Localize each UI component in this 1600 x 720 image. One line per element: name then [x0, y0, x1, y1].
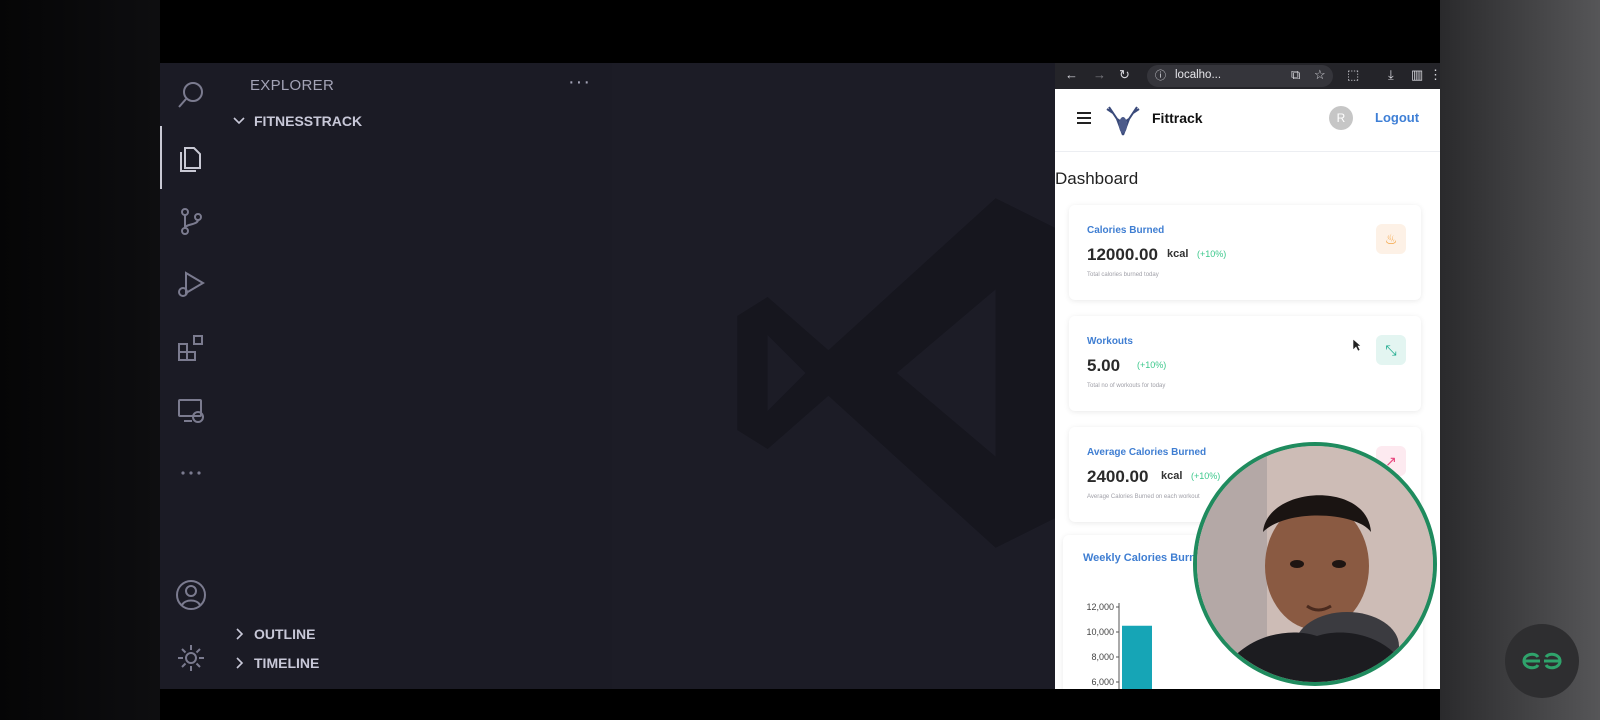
- back-arrow-icon[interactable]: ←: [1065, 67, 1078, 82]
- outline-label: OUTLINE: [254, 626, 316, 642]
- left-backdrop: [0, 0, 160, 720]
- chart-y-tick-label: 10,000: [1086, 627, 1114, 637]
- bookmark-star-icon[interactable]: ☆: [1314, 67, 1326, 83]
- folder-fitnesstrack[interactable]: FITNESSTRACK: [232, 113, 362, 129]
- chevron-down-icon: [233, 117, 245, 125]
- vscode-window: EXPLORER ··· FITNESSTRACK OUTLINE TIMELI…: [160, 63, 1055, 689]
- outline-section[interactable]: OUTLINE: [234, 626, 315, 642]
- chevron-right-icon: [236, 657, 244, 669]
- deer-logo-icon: [1106, 106, 1140, 136]
- timeline-section[interactable]: TIMELINE: [234, 655, 319, 671]
- page-title: Dashboard: [1055, 169, 1139, 188]
- editor-area: [612, 63, 1055, 689]
- extensions-icon[interactable]: [171, 327, 211, 367]
- account-icon[interactable]: [171, 575, 211, 615]
- site-info-icon[interactable]: ⓘ: [1155, 67, 1166, 83]
- brand-name: Fittrack: [1152, 110, 1203, 126]
- user-avatar[interactable]: R: [1329, 106, 1353, 130]
- card-change: (+10%): [1197, 249, 1227, 259]
- mouse-cursor-icon: [1352, 338, 1362, 352]
- chart-bar[interactable]: [1122, 625, 1152, 689]
- reload-icon[interactable]: ↻: [1119, 67, 1130, 83]
- search-icon[interactable]: [171, 75, 211, 115]
- chart-y-tick-label: 8,000: [1091, 652, 1114, 662]
- active-indicator: [160, 126, 162, 189]
- chart-y-tick-label: 12,000: [1086, 602, 1114, 612]
- card-description: Total no of workouts for today: [1087, 383, 1166, 389]
- geeksforgeeks-logo: [1505, 624, 1579, 698]
- activity-bar: [160, 63, 222, 689]
- card-description: Total calories burned today: [1087, 272, 1159, 278]
- chart-y-tick-label: 6,000: [1091, 677, 1114, 687]
- card-unit: kcal: [1167, 248, 1189, 260]
- chevron-right-icon: [236, 628, 244, 640]
- side-panel-icon[interactable]: ▥: [1411, 67, 1423, 83]
- workouts-card: Workouts 5.00 (+10%) Total no of workout…: [1069, 316, 1421, 411]
- card-unit: kcal: [1161, 470, 1183, 482]
- forward-arrow-icon[interactable]: →: [1093, 67, 1106, 82]
- card-value: 5.00: [1087, 356, 1121, 375]
- logout-button[interactable]: Logout: [1375, 110, 1419, 125]
- presenter-webcam: [1193, 442, 1437, 686]
- card-value: 12000.00: [1087, 245, 1158, 264]
- letterbox-top: [160, 0, 1440, 63]
- expand-arrows-icon: ⤡: [1376, 335, 1406, 365]
- letterbox-bottom: [160, 689, 1440, 720]
- calories-burned-card: Calories Burned 12000.00 kcal (+10%) Tot…: [1069, 205, 1421, 300]
- presenter-portrait: [1197, 446, 1433, 682]
- browser-toolbar: ← → ↻ ⓘ localho... ⧉ ☆ ⬚ ⤓ ▥ ⋮: [1055, 63, 1440, 89]
- card-title: Average Calories Burned: [1087, 447, 1207, 458]
- install-app-icon[interactable]: ⧉: [1291, 67, 1300, 83]
- menu-kebab-icon[interactable]: ⋮: [1429, 67, 1440, 83]
- remote-explorer-icon[interactable]: [171, 390, 211, 430]
- source-control-icon[interactable]: [171, 201, 211, 241]
- url-text: localho...: [1175, 69, 1222, 81]
- run-debug-icon[interactable]: [171, 264, 211, 304]
- explorer-sidebar: EXPLORER ··· FITNESSTRACK OUTLINE TIMELI…: [222, 63, 612, 689]
- app-header: Fittrack R Logout: [1055, 89, 1440, 152]
- card-title: Workouts: [1087, 336, 1133, 347]
- card-change: (+10%): [1191, 471, 1221, 481]
- card-value: 2400.00: [1087, 467, 1149, 486]
- hamburger-menu-icon[interactable]: [1077, 112, 1091, 124]
- vscode-watermark-logo: [737, 198, 1055, 548]
- explorer-title: EXPLORER: [250, 77, 335, 94]
- card-title: Calories Burned: [1087, 225, 1165, 236]
- card-change: (+10%): [1137, 360, 1167, 370]
- download-icon[interactable]: ⤓: [1388, 67, 1394, 83]
- gfg-logo-icon: [1522, 652, 1562, 670]
- right-backdrop: [1440, 0, 1600, 720]
- timeline-label: TIMELINE: [254, 655, 320, 671]
- folder-name: FITNESSTRACK: [254, 113, 363, 129]
- settings-gear-icon[interactable]: [171, 638, 211, 678]
- explorer-more-actions[interactable]: ···: [568, 71, 591, 94]
- fire-icon: ♨: [1376, 224, 1406, 254]
- extensions-puzzle-icon[interactable]: ⬚: [1347, 67, 1359, 83]
- card-description: Average Calories Burned on each workout: [1087, 494, 1200, 500]
- explorer-icon[interactable]: [171, 138, 211, 178]
- more-icon[interactable]: [171, 453, 211, 493]
